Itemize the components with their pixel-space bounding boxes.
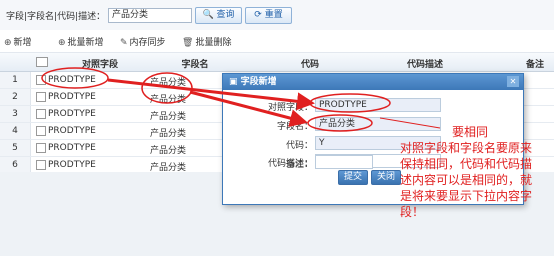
batch-add-button[interactable]: ⊕ 批量新增 [58, 35, 104, 48]
row-checkbox[interactable] [36, 92, 46, 102]
cell-name: 产品分类 [150, 78, 187, 88]
search-input[interactable]: 产品分类 [108, 8, 192, 23]
window-icon: ▣ [229, 77, 238, 87]
cell-field: PRODTYPE [48, 160, 96, 170]
toolbar: ⊕ 新增 ⊕ 批量新增 ✎ 内存同步 🗑 批量删除 [0, 30, 554, 53]
row-number: 6 [0, 157, 31, 173]
annotation-line-6: 段！ [400, 205, 425, 219]
cell-field: PRODTYPE [48, 92, 96, 102]
plus-circle-icon: ⊕ [58, 38, 66, 48]
form-label: 代码： [285, 141, 313, 151]
form-label: 备注： [285, 160, 313, 170]
grid-header: 对照字段 字段名 代码 代码描述 备注 [0, 53, 554, 72]
mem-sync-button[interactable]: ✎ 内存同步 [120, 35, 166, 48]
cell-name: 产品分类 [150, 129, 187, 139]
row-checkbox[interactable] [36, 143, 46, 153]
search-bar: 字段|字段名|代码|描述： 产品分类 🔍 查询 ⟳ 重置 [0, 0, 554, 30]
form-row: 对照字段： PRODTYPE [223, 98, 523, 113]
search-label: 字段|字段名|代码|描述： [6, 12, 106, 22]
cell-field: PRODTYPE [48, 143, 96, 153]
reset-button[interactable]: ⟳ 重置 [245, 7, 292, 24]
dialog-title-bar: ▣ 字段新增 [223, 74, 523, 90]
annotation-line-1: 要相同 [452, 125, 489, 139]
submit-button[interactable]: 提交 [338, 170, 368, 185]
plus-circle-icon: ⊕ [4, 38, 12, 48]
reset-button-label: 重置 [264, 10, 283, 20]
form-input[interactable]: 产品分类 [315, 117, 441, 131]
row-number: 3 [0, 106, 31, 122]
annotation-line-2: 对照字段和字段名要原来 [400, 141, 533, 155]
form-label: 对照字段： [267, 103, 313, 113]
trash-icon: 🗑 [182, 38, 194, 48]
row-checkbox[interactable] [36, 126, 46, 136]
batch-delete-button[interactable]: 🗑 批量删除 [182, 35, 231, 48]
row-number: 2 [0, 89, 31, 105]
cell-name: 产品分类 [150, 95, 187, 105]
row-checkbox[interactable] [36, 160, 46, 170]
row-number: 1 [0, 72, 31, 88]
annotation-line-4: 述内容可以是相同的，就 [400, 173, 533, 187]
cell-field: PRODTYPE [48, 126, 96, 136]
cell-name: 产品分类 [150, 146, 187, 156]
cell-name: 产品分类 [150, 112, 187, 122]
col-header-code[interactable]: 代码 [280, 57, 340, 70]
col-header-remark[interactable]: 备注 [515, 57, 554, 70]
mem-sync-button-label: 内存同步 [129, 38, 166, 48]
add-button-label: 新增 [13, 38, 32, 48]
cell-field: PRODTYPE [48, 109, 96, 119]
batch-add-button-label: 批量新增 [67, 38, 104, 48]
dialog-title: 字段新增 [240, 77, 277, 87]
add-button[interactable]: ⊕ 新增 [4, 35, 32, 48]
close-button[interactable]: 关闭 [371, 170, 401, 185]
refresh-icon: ⟳ [254, 10, 262, 20]
select-all-checkbox[interactable] [36, 57, 48, 67]
row-number: 4 [0, 123, 31, 139]
col-header-name[interactable]: 字段名 [150, 57, 240, 70]
row-checkbox[interactable] [36, 109, 46, 119]
col-header-field[interactable]: 对照字段 [60, 57, 140, 70]
cell-field: PRODTYPE [48, 75, 96, 85]
row-number: 5 [0, 140, 31, 156]
batch-delete-button-label: 批量删除 [195, 38, 232, 48]
annotation-line-5: 是将来要显示下拉内容字 [400, 189, 533, 203]
close-icon[interactable]: ✕ [507, 76, 519, 87]
query-button[interactable]: 🔍 查询 [195, 7, 242, 24]
edit-icon: ✎ [120, 38, 128, 48]
col-header-desc[interactable]: 代码描述 [390, 57, 460, 70]
form-input[interactable]: PRODTYPE [315, 98, 441, 112]
search-icon: 🔍 [202, 10, 214, 20]
remark-input[interactable] [315, 155, 373, 169]
row-checkbox[interactable] [36, 75, 46, 85]
form-label: 字段名： [276, 122, 313, 132]
query-button-label: 查询 [216, 10, 235, 20]
annotation-line-3: 保持相同，代码和代码描 [400, 157, 533, 171]
